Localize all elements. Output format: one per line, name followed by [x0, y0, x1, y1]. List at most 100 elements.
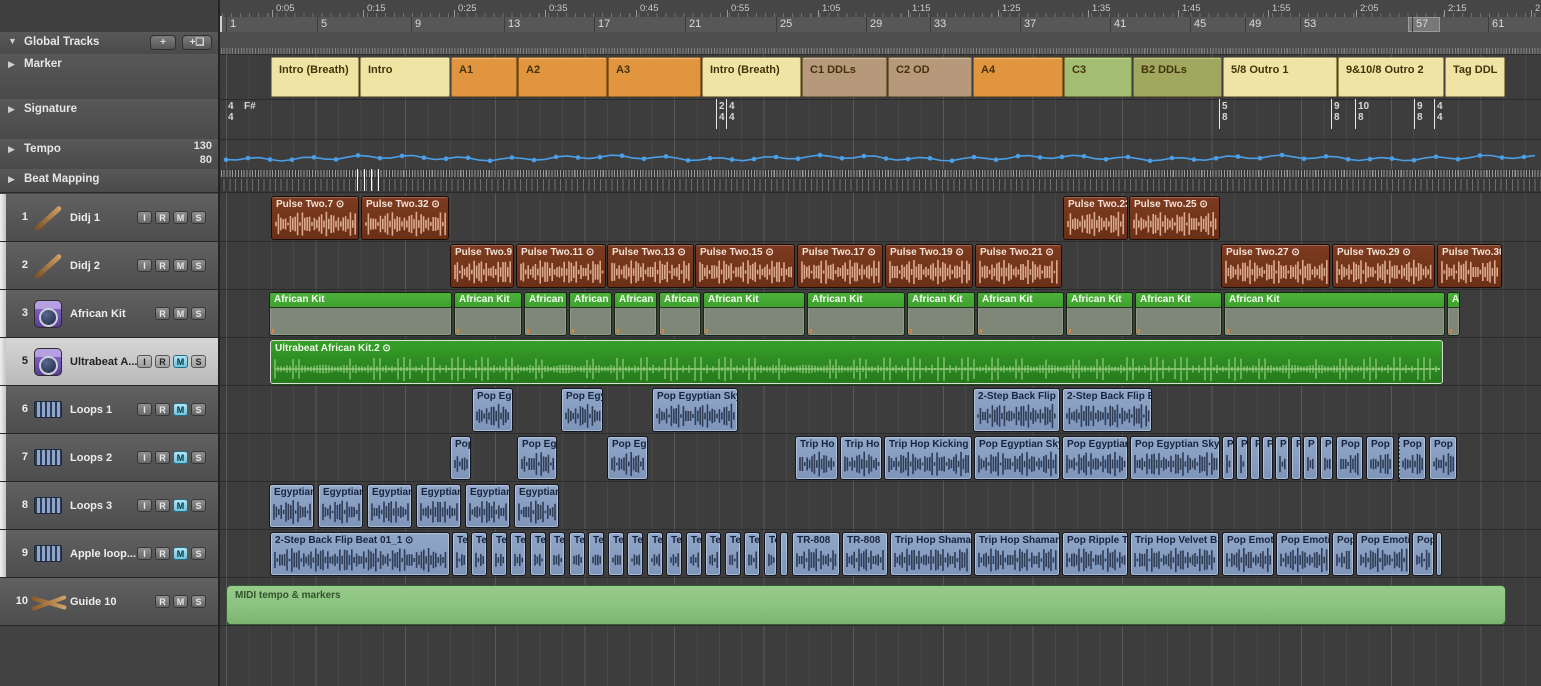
audio-region[interactable]: P [1236, 436, 1248, 480]
disclosure-closed-icon[interactable]: ▶ [8, 174, 15, 185]
audio-region[interactable]: Tec [491, 532, 507, 576]
time-signature-entry[interactable]: 5 8 [1222, 101, 1228, 123]
audio-region[interactable]: Pop [1398, 436, 1426, 480]
record-enable-button[interactable]: R [155, 595, 170, 608]
audio-region[interactable]: Tec [569, 532, 585, 576]
input-monitor-button[interactable]: I [137, 499, 152, 512]
track-header-row[interactable]: 5Ultrabeat A...IRMS [0, 338, 218, 386]
marker-region[interactable]: C3 [1064, 57, 1132, 97]
solo-button[interactable]: S [191, 403, 206, 416]
record-enable-button[interactable]: R [155, 259, 170, 272]
audio-region[interactable]: Egyptian [318, 484, 363, 528]
midi-region[interactable]: African Kit [977, 292, 1064, 336]
track-header-row[interactable]: 8Loops 3IRMS [0, 482, 218, 530]
marker-region[interactable]: A3 [608, 57, 701, 97]
solo-button[interactable]: S [191, 259, 206, 272]
input-monitor-button[interactable]: I [137, 211, 152, 224]
audio-region[interactable]: Pop Egy [607, 436, 648, 480]
marker-region[interactable]: Tag DDL [1445, 57, 1505, 97]
mute-button[interactable]: M [173, 547, 188, 560]
marker-region[interactable]: A2 [518, 57, 607, 97]
audio-region[interactable]: Pop Egyptian Sky [1130, 436, 1220, 480]
key-signature-entry[interactable]: F# [244, 101, 256, 112]
track-name[interactable]: Guide 10 [70, 596, 116, 608]
mute-button[interactable]: M [173, 595, 188, 608]
marker-region[interactable]: Intro [360, 57, 450, 97]
mute-button[interactable]: M [173, 355, 188, 368]
time-signature-entry[interactable]: 4 4 [729, 101, 735, 123]
track-name[interactable]: Apple loop... [70, 548, 136, 560]
bar-ruler[interactable]: 15913172125293337414549535761 [218, 17, 1541, 33]
disclosure-closed-icon[interactable]: ▶ [8, 144, 15, 155]
audio-region[interactable]: Tec [764, 532, 777, 576]
time-signature-entry[interactable]: 9 8 [1417, 101, 1423, 123]
audio-region[interactable]: Pop [1336, 436, 1363, 480]
audio-region[interactable]: Tec [744, 532, 760, 576]
track-header-row[interactable]: 6Loops 1IRMS [0, 386, 218, 434]
mute-button[interactable]: M [173, 259, 188, 272]
audio-region[interactable]: Pulse Two.25 ⊙ [1129, 196, 1220, 240]
audio-region[interactable]: Egyptian [269, 484, 314, 528]
solo-button[interactable]: S [191, 499, 206, 512]
audio-region[interactable]: Tec [549, 532, 565, 576]
marker-region[interactable]: A4 [973, 57, 1063, 97]
audio-region[interactable]: Pop [1366, 436, 1394, 480]
audio-region[interactable]: Tec [725, 532, 741, 576]
midi-region[interactable]: African Kit [907, 292, 975, 336]
audio-region[interactable]: TR-808 [842, 532, 888, 576]
track-name[interactable]: Loops 2 [70, 452, 112, 464]
marker-region[interactable]: B2 DDLs [1133, 57, 1222, 97]
audio-region[interactable]: Egyptian [514, 484, 559, 528]
solo-button[interactable]: S [191, 547, 206, 560]
midi-region[interactable]: African Kit [269, 292, 452, 336]
audio-region[interactable]: Pulse Two.32 ⊙ [361, 196, 449, 240]
record-enable-button[interactable]: R [155, 499, 170, 512]
midi-region[interactable]: African Kit [1135, 292, 1222, 336]
marker-region[interactable]: Intro (Breath) [271, 57, 359, 97]
mute-button[interactable]: M [173, 307, 188, 320]
time-signature-entry[interactable]: 2 4 [719, 101, 725, 123]
audio-region[interactable]: Tec [647, 532, 663, 576]
tempo-curve[interactable] [218, 139, 1541, 169]
time-signature-entry[interactable]: 10 8 [1358, 101, 1369, 123]
audio-region[interactable]: Pulse Two.9 [450, 244, 514, 288]
track-name[interactable]: Didj 1 [70, 212, 100, 224]
midi-region[interactable]: African Kit [454, 292, 522, 336]
audio-region[interactable]: Pulse Two.13 ⊙ [607, 244, 694, 288]
audio-region[interactable]: P [1291, 436, 1301, 480]
track-header-row[interactable]: 2Didj 2IRMS [0, 242, 218, 290]
audio-region[interactable]: Tec [510, 532, 526, 576]
time-signature-entry[interactable]: 4 4 [228, 101, 234, 123]
disclosure-closed-icon[interactable]: ▶ [8, 59, 15, 70]
marker-track-header[interactable]: ▶ Marker [0, 54, 218, 100]
disclosure-open-icon[interactable]: ▼ [8, 36, 17, 46]
track-name[interactable]: African Kit [70, 308, 126, 320]
audio-region[interactable]: P [1250, 436, 1260, 480]
audio-region[interactable]: Pop Emotiv [1356, 532, 1410, 576]
time-ruler[interactable]: 0:050:150:250:350:450:551:051:151:251:35… [218, 0, 1541, 18]
input-monitor-button[interactable]: I [137, 451, 152, 464]
midi-region[interactable]: African Kit [659, 292, 701, 336]
midi-region[interactable]: MIDI tempo & markers [226, 585, 1506, 625]
time-signature-entry[interactable]: 9 8 [1334, 101, 1340, 123]
track-name[interactable]: Loops 3 [70, 500, 112, 512]
track-header-row[interactable]: 9Apple loop...IRMS [0, 530, 218, 578]
track-header-row[interactable]: 10Guide 10RMS [0, 578, 218, 626]
audio-region[interactable]: Pulse Two.23 [1063, 196, 1128, 240]
record-enable-button[interactable]: R [155, 211, 170, 224]
audio-region[interactable]: Pop Egy [472, 388, 513, 432]
solo-button[interactable]: S [191, 307, 206, 320]
audio-region[interactable]: Tec [452, 532, 468, 576]
midi-region[interactable]: African Kit [1066, 292, 1133, 336]
midi-region[interactable]: African Kit [703, 292, 805, 336]
solo-button[interactable]: S [191, 595, 206, 608]
audio-region[interactable]: Tec [705, 532, 721, 576]
audio-region[interactable]: 2-Step Back Flip Beat 01_1 ⊙ [270, 532, 450, 576]
tempo-lane[interactable] [218, 139, 1541, 170]
audio-region[interactable]: Pulse Two.29 ⊙ [1332, 244, 1435, 288]
audio-region[interactable]: 2-Step Back Flip I [973, 388, 1060, 432]
audio-region[interactable]: Pop Egy [561, 388, 603, 432]
marker-region[interactable]: A1 [451, 57, 517, 97]
audio-region[interactable]: Pop Ripple T [1062, 532, 1128, 576]
midi-region[interactable]: African Kit [1224, 292, 1445, 336]
